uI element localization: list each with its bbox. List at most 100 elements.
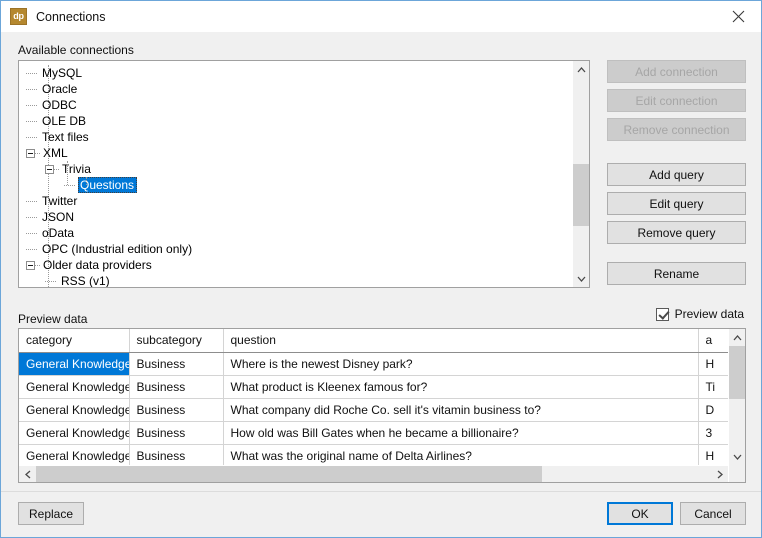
grid-vertical-scrollbar[interactable]: [728, 329, 745, 482]
chevron-down-icon[interactable]: [729, 448, 745, 465]
cancel-button[interactable]: Cancel: [680, 502, 746, 525]
table-cell[interactable]: Business: [129, 352, 223, 375]
table-cell[interactable]: Ti: [698, 375, 728, 398]
column-header-question[interactable]: question: [223, 329, 698, 352]
table-cell[interactable]: General Knowledge: [19, 444, 129, 465]
table-cell[interactable]: What product is Kleenex famous for?: [223, 375, 698, 398]
tree-node-oracle[interactable]: Oracle: [19, 81, 572, 97]
tree-node-json[interactable]: JSON: [19, 209, 572, 225]
close-icon[interactable]: [715, 1, 761, 32]
table-cell[interactable]: What was the original name of Delta Airl…: [223, 444, 698, 465]
tree-node-opc-industrial-edition-only[interactable]: OPC (Industrial edition only): [19, 241, 572, 257]
tree-indent: [19, 161, 45, 177]
tree-indent: [19, 113, 26, 129]
tree-node-xml[interactable]: XML: [19, 145, 572, 161]
tree-node-text-files[interactable]: Text files: [19, 129, 572, 145]
grid-hscrollbar-track[interactable]: [36, 466, 711, 482]
table-cell[interactable]: General Knowledge: [19, 398, 129, 421]
grid-hscrollbar-thumb[interactable]: [36, 466, 542, 482]
tree-indent: [19, 241, 26, 257]
tree-node-odbc[interactable]: ODBC: [19, 97, 572, 113]
tree-indent: [19, 273, 45, 287]
table-cell[interactable]: General Knowledge: [19, 352, 129, 375]
table-cell[interactable]: H: [698, 444, 728, 465]
tree-node-label: oData: [40, 225, 77, 241]
remove-query-button[interactable]: Remove query: [607, 221, 746, 244]
table-cell[interactable]: General Knowledge: [19, 375, 129, 398]
table-cell[interactable]: How old was Bill Gates when he became a …: [223, 421, 698, 444]
chevron-up-icon[interactable]: [729, 329, 745, 346]
tree-vertical-scrollbar[interactable]: [572, 61, 589, 287]
table-row[interactable]: General KnowledgeBusinessWhat was the or…: [19, 444, 728, 465]
tree-connector-line: [35, 145, 41, 161]
available-connections-label: Available connections: [18, 43, 134, 57]
table-cell[interactable]: Business: [129, 421, 223, 444]
tree-node-rss-v1[interactable]: RSS (v1): [19, 273, 572, 287]
add-query-button[interactable]: Add query: [607, 163, 746, 186]
preview-data-checkbox-label: Preview data: [675, 307, 744, 321]
window-title: Connections: [36, 10, 715, 24]
table-cell[interactable]: General Knowledge: [19, 421, 129, 444]
tree-scrollbar-track[interactable]: [573, 78, 589, 270]
table-cell[interactable]: Business: [129, 398, 223, 421]
tree-indent: [19, 65, 26, 81]
add-connection-button: Add connection: [607, 60, 746, 83]
tree-node-ole-db[interactable]: OLE DB: [19, 113, 572, 129]
grid-horizontal-scrollbar[interactable]: [19, 465, 728, 482]
checkbox-box[interactable]: [656, 308, 669, 321]
column-header-subcategory[interactable]: subcategory: [129, 329, 223, 352]
chevron-left-icon[interactable]: [19, 466, 36, 482]
column-header-a[interactable]: a: [698, 329, 728, 352]
tree-connector-line: [26, 81, 40, 97]
tree-connector-line: [26, 241, 40, 257]
tree-node-label: Text files: [40, 129, 92, 145]
tree-node-list: MySQLOracleODBCOLE DBText filesXMLTrivia…: [19, 61, 572, 287]
preview-data-grid[interactable]: categorysubcategoryquestiona General Kno…: [18, 328, 746, 483]
preview-table: categorysubcategoryquestiona General Kno…: [19, 329, 728, 465]
tree-node-label: OLE DB: [40, 113, 89, 129]
chevron-right-icon[interactable]: [711, 466, 728, 482]
tree-connector-line: [26, 97, 40, 113]
collapse-minus-icon[interactable]: [26, 261, 35, 270]
tree-node-odata[interactable]: oData: [19, 225, 572, 241]
rename-button[interactable]: Rename: [607, 262, 746, 285]
table-cell[interactable]: Business: [129, 375, 223, 398]
grid-scroll-area: categorysubcategoryquestiona General Kno…: [19, 329, 728, 465]
table-row[interactable]: General KnowledgeBusinessHow old was Bil…: [19, 421, 728, 444]
table-cell[interactable]: D: [698, 398, 728, 421]
tree-node-trivia[interactable]: Trivia: [19, 161, 572, 177]
tree-node-older-data-providers[interactable]: Older data providers: [19, 257, 572, 273]
tree-connector-line: [35, 257, 41, 273]
table-cell[interactable]: What company did Roche Co. sell it's vit…: [223, 398, 698, 421]
tree-node-mysql[interactable]: MySQL: [19, 65, 572, 81]
table-row[interactable]: General KnowledgeBusinessWhere is the ne…: [19, 352, 728, 375]
tree-node-twitter[interactable]: Twitter: [19, 193, 572, 209]
table-cell[interactable]: Business: [129, 444, 223, 465]
edit-query-button[interactable]: Edit query: [607, 192, 746, 215]
tree-connector-line: [26, 65, 40, 81]
table-row[interactable]: General KnowledgeBusinessWhat company di…: [19, 398, 728, 421]
tree-node-label: Older data providers: [41, 257, 155, 273]
table-row[interactable]: General KnowledgeBusinessWhat product is…: [19, 375, 728, 398]
chevron-down-icon[interactable]: [573, 270, 589, 287]
table-cell[interactable]: Where is the newest Disney park?: [223, 352, 698, 375]
collapse-minus-icon[interactable]: [26, 149, 35, 158]
collapse-minus-icon[interactable]: [45, 165, 54, 174]
tree-connector-line: [26, 113, 40, 129]
grid-main: categorysubcategoryquestiona General Kno…: [19, 329, 728, 482]
replace-button[interactable]: Replace: [18, 502, 84, 525]
tree-node-label: ODBC: [40, 97, 80, 113]
table-cell[interactable]: H: [698, 352, 728, 375]
tree-indent: [19, 257, 26, 273]
available-connections-tree[interactable]: MySQLOracleODBCOLE DBText filesXMLTrivia…: [18, 60, 590, 288]
connections-dialog: dp Connections Available connections MyS…: [0, 0, 762, 538]
column-header-category[interactable]: category: [19, 329, 129, 352]
grid-vscrollbar-track[interactable]: [729, 346, 745, 448]
preview-data-checkbox[interactable]: Preview data: [656, 307, 744, 321]
tree-node-questions[interactable]: Questions: [19, 177, 572, 193]
table-cell[interactable]: 3: [698, 421, 728, 444]
tree-scrollbar-thumb[interactable]: [573, 164, 589, 225]
chevron-up-icon[interactable]: [573, 61, 589, 78]
grid-vscrollbar-thumb[interactable]: [729, 346, 745, 399]
ok-button[interactable]: OK: [607, 502, 673, 525]
